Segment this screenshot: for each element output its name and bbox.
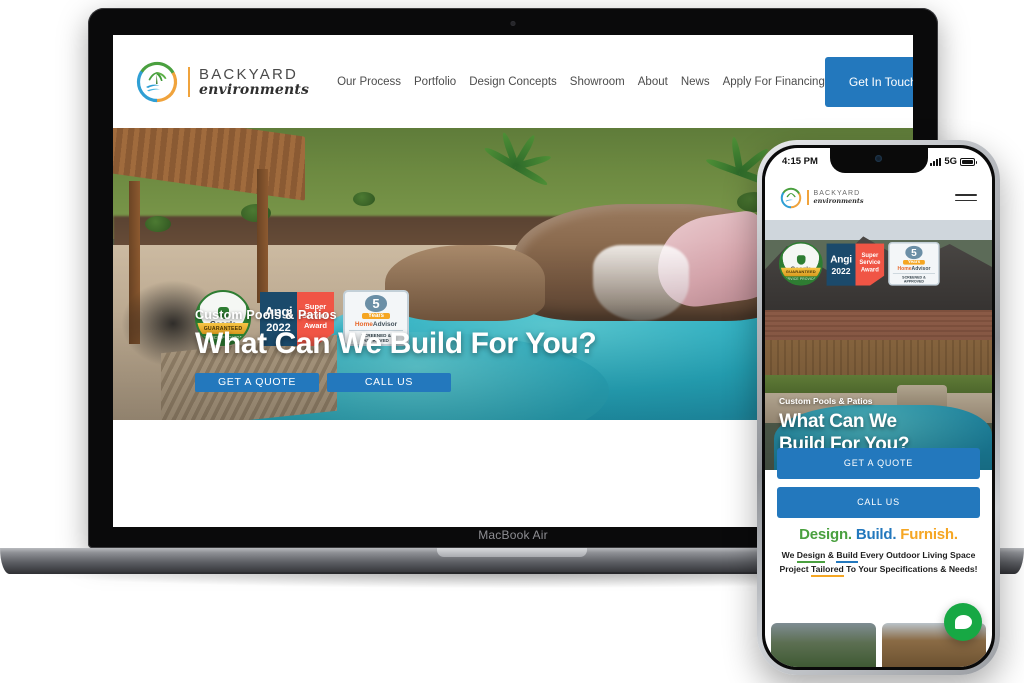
mobile-google-shield-icon xyxy=(796,255,806,265)
hero-copy: Custom Pools & Patios What Can We Build … xyxy=(195,308,815,392)
nav-item-about[interactable]: About xyxy=(638,76,668,88)
mobile-angi-year: 2022 xyxy=(831,266,851,277)
nav-item-our-process[interactable]: Our Process xyxy=(337,76,401,88)
phone-screen: 4:15 PM 5G BACKYARD environments GUARANT… xyxy=(765,148,992,667)
hero-buttons: GET A QUOTE CALL US xyxy=(195,373,815,392)
mobile-angi-award-2: Service xyxy=(859,258,881,266)
mobile-get-a-quote-button[interactable]: GET A QUOTE xyxy=(777,448,980,479)
nav-item-design-concepts[interactable]: Design Concepts xyxy=(469,76,557,88)
nav-item-news[interactable]: News xyxy=(681,76,710,88)
main-navigation: Our Process Portfolio Design Concepts Sh… xyxy=(337,76,825,88)
front-camera-icon xyxy=(875,155,882,162)
site-header: BACKYARD environments Our Process Portfo… xyxy=(113,35,913,128)
promo-word-design: Design. xyxy=(799,526,852,543)
mobile-logo-wordmark: BACKYARD environments xyxy=(814,190,864,205)
hamburger-menu-icon[interactable] xyxy=(955,193,977,202)
chat-widget-button[interactable] xyxy=(944,603,982,641)
nav-item-portfolio[interactable]: Portfolio xyxy=(414,76,456,88)
mobile-hero-section: Google GUARANTEED SERVICE PROVIDER Angi … xyxy=(765,220,992,470)
call-us-button[interactable]: CALL US xyxy=(327,373,451,392)
network-label: 5G xyxy=(944,156,957,167)
mobile-promo-section: Design. Build. Furnish. We Design & Buil… xyxy=(765,526,992,577)
battery-icon xyxy=(960,157,977,166)
mobile-google-badge-band: GUARANTEED xyxy=(780,267,822,277)
get-a-quote-button[interactable]: GET A QUOTE xyxy=(195,373,319,392)
mobile-angi-brand: Angi xyxy=(830,252,852,265)
hero-headline: What Can We Build For You? xyxy=(195,327,597,360)
chat-bubble-icon xyxy=(954,615,972,629)
palm-water-circle-logo-icon xyxy=(135,60,179,104)
logo-divider xyxy=(188,66,190,97)
gallery-thumbnail[interactable] xyxy=(771,623,876,667)
get-in-touch-button[interactable]: Get In Touch xyxy=(824,56,913,107)
mobile-headline-line-1: What Can We xyxy=(779,410,897,432)
phone-frame: 4:15 PM 5G BACKYARD environments GUARANT… xyxy=(757,140,1000,675)
mobile-logo-divider xyxy=(807,190,809,205)
mobile-site-header: BACKYARD environments xyxy=(765,175,992,220)
status-time: 4:15 PM xyxy=(782,156,818,167)
mobile-ha-approved: SCREENED & APPROVED xyxy=(892,272,936,284)
mobile-hero-eyebrow: Custom Pools & Patios xyxy=(779,395,873,406)
mobile-logo-line-1: BACKYARD xyxy=(813,190,861,197)
mobile-ha-wordmark: HomeAdvisor xyxy=(897,265,931,272)
hero-eyebrow: Custom Pools & Patios xyxy=(195,308,337,322)
logo-line-2: environments xyxy=(199,81,310,98)
promo-subline-2: Project Tailored To Your Specifications … xyxy=(775,563,982,577)
mobile-ha-number: 5 xyxy=(905,245,923,259)
logo-line-1: BACKYARD xyxy=(199,65,299,83)
iphone-device: 4:15 PM 5G BACKYARD environments GUARANT… xyxy=(757,140,1000,675)
mobile-angi-award-3: Award xyxy=(860,265,879,273)
mobile-hero-buttons: GET A QUOTE CALL US xyxy=(765,448,992,518)
phone-notch xyxy=(829,148,928,173)
mobile-google-badge-sub: SERVICE PROVIDER xyxy=(782,277,819,281)
mobile-logo-icon[interactable] xyxy=(780,187,802,209)
signal-bars-icon xyxy=(930,157,942,166)
promo-heading: Design. Build. Furnish. xyxy=(775,526,982,543)
webcam-icon xyxy=(510,21,516,26)
promo-word-build: Build. xyxy=(855,526,897,543)
nav-item-showroom[interactable]: Showroom xyxy=(570,76,625,88)
mobile-angi-badge: Angi 2022 Super Service Award xyxy=(826,243,885,286)
site-logo[interactable]: BACKYARD environments xyxy=(135,60,309,104)
promo-word-furnish: Furnish. xyxy=(900,526,958,543)
logo-wordmark: BACKYARD environments xyxy=(199,67,309,97)
mobile-call-us-button[interactable]: CALL US xyxy=(777,487,980,518)
promo-subline-1: We Design & Build Every Outdoor Living S… xyxy=(775,549,982,563)
nav-item-apply-for-financing[interactable]: Apply For Financing xyxy=(723,76,825,88)
mobile-ha-years: Years xyxy=(903,259,925,265)
mobile-google-guaranteed-badge: Google GUARANTEED SERVICE PROVIDER xyxy=(779,242,823,286)
mobile-trust-badges: Google GUARANTEED SERVICE PROVIDER Angi … xyxy=(779,242,940,286)
mobile-hero-copy: Custom Pools & Patios What Can We Build … xyxy=(779,396,969,456)
mobile-logo-line-2: environments xyxy=(813,197,864,205)
mobile-homeadvisor-badge: 5 Years HomeAdvisor SCREENED & APPROVED xyxy=(888,242,940,286)
mobile-angi-award-1: Super xyxy=(861,251,879,259)
screenshot-stage: BACKYARD environments Our Process Portfo… xyxy=(0,0,1024,683)
phone-bezel: 4:15 PM 5G BACKYARD environments GUARANT… xyxy=(762,145,995,670)
